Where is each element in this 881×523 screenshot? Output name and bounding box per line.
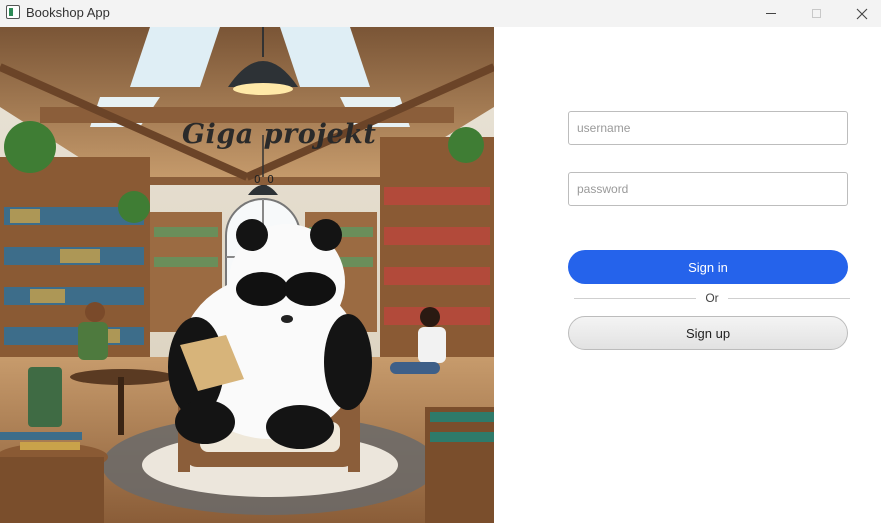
divider-label: Or	[705, 291, 719, 305]
login-form: Sign in Or Sign up	[494, 27, 881, 523]
bookshop-illustration: Giga projekt O_O	[0, 27, 494, 523]
window-title: Bookshop App	[26, 5, 110, 20]
username-input[interactable]	[568, 111, 848, 145]
minimize-icon	[766, 13, 776, 14]
app-icon	[6, 5, 20, 19]
password-input[interactable]	[568, 172, 848, 206]
maximize-icon	[811, 9, 821, 18]
divider-line-left	[574, 298, 696, 299]
or-divider: Or	[574, 291, 850, 305]
illustration-headline: Giga projekt	[182, 119, 377, 150]
close-button[interactable]	[839, 0, 881, 27]
divider-line-right	[728, 298, 850, 299]
maximize-button[interactable]	[793, 0, 839, 27]
sign-in-button[interactable]: Sign in	[568, 250, 848, 284]
app-window: Bookshop App Giga projekt O_O username S…	[0, 0, 881, 523]
sign-up-button[interactable]: Sign up	[568, 316, 848, 350]
close-icon	[856, 8, 868, 19]
minimize-button[interactable]	[748, 0, 794, 27]
lamp-ring-text: O_O	[254, 173, 274, 186]
title-bar[interactable]: Bookshop App	[0, 0, 881, 27]
